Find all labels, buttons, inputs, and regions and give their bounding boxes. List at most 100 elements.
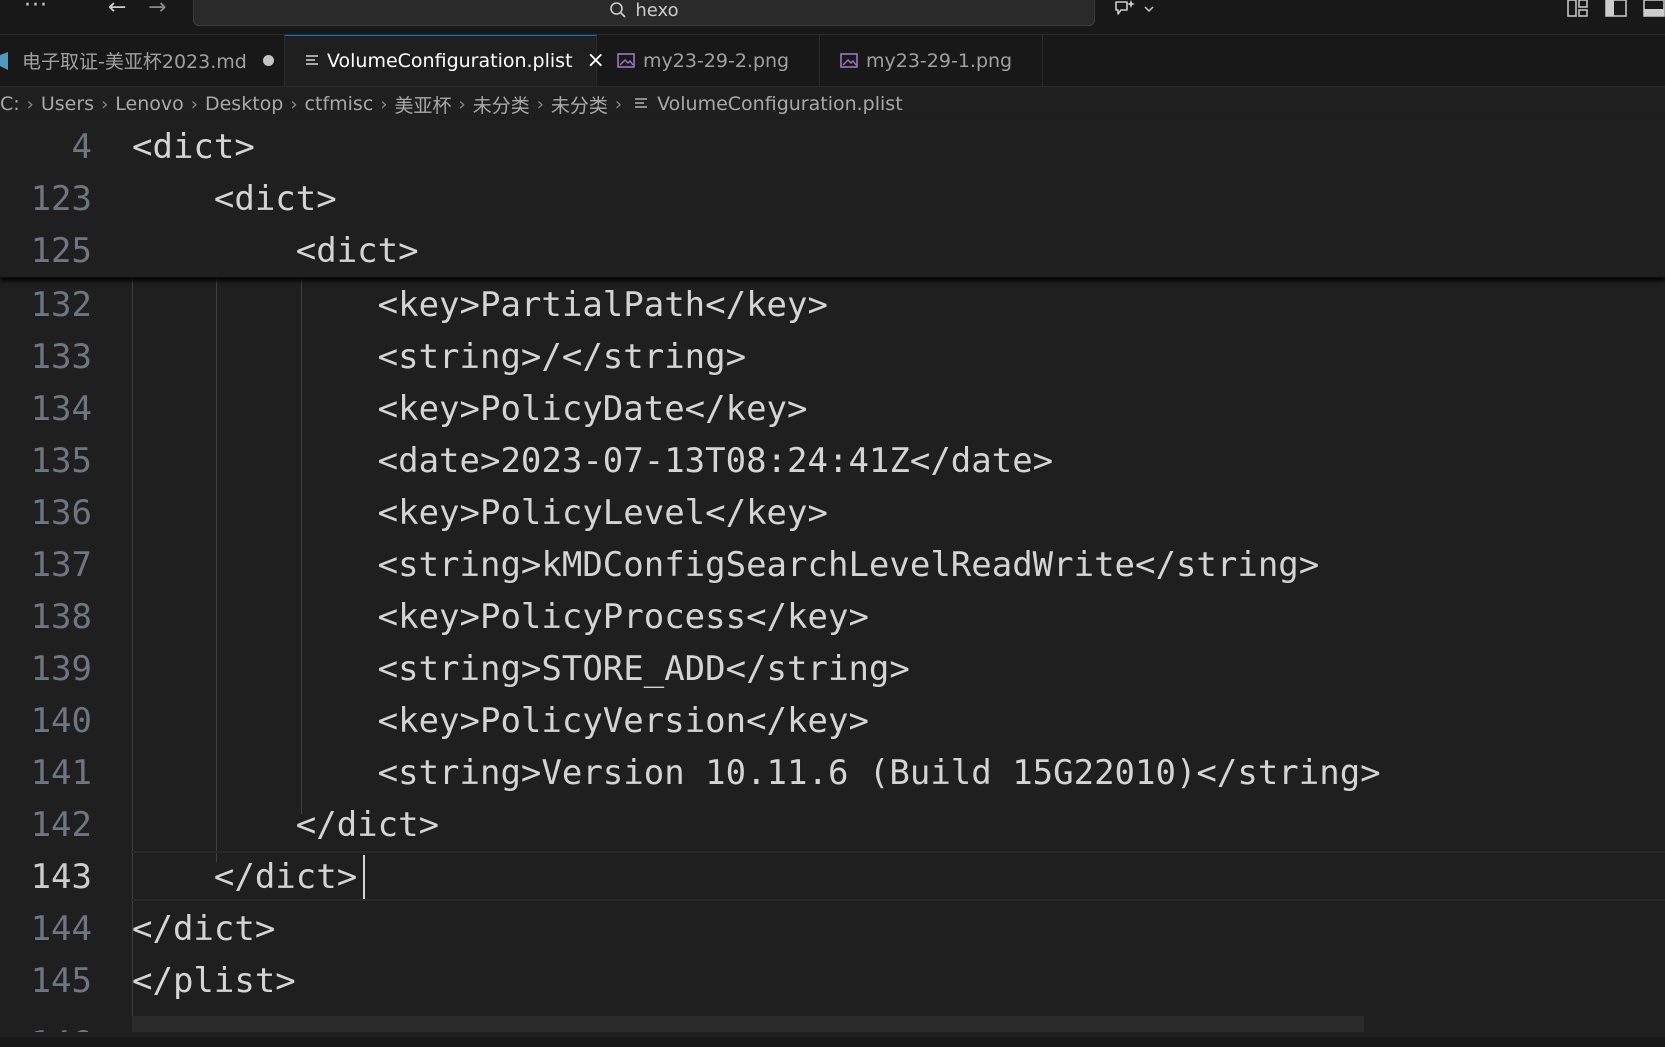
back-arrow-icon[interactable]: ←: [108, 0, 126, 19]
line-number: 4: [71, 127, 92, 167]
code-line[interactable]: 140 <key>PolicyVersion</key>: [0, 695, 1665, 747]
line-number: 144: [30, 909, 92, 949]
chevron-right-icon: ›: [536, 93, 544, 115]
code-text: <string>kMDConfigSearchLevelReadWrite</s…: [132, 545, 1320, 585]
chevron-right-icon: ›: [290, 93, 298, 115]
code-text: </dict>: [132, 909, 276, 949]
code-line[interactable]: 134 <key>PolicyDate</key>: [0, 383, 1665, 435]
sticky-line[interactable]: 123 <dict>: [0, 173, 1665, 225]
command-center-search[interactable]: hexo: [193, 0, 1095, 26]
code-text: <dict>: [132, 179, 337, 219]
line-number-partial: 146: [0, 1018, 92, 1032]
breadcrumb-meiyabei[interactable]: 美亚杯: [391, 91, 454, 118]
image-file-icon: [617, 52, 635, 69]
tab-volumeconfiguration-plist[interactable]: VolumeConfiguration.plist ×: [285, 35, 605, 86]
chevron-right-icon: ›: [380, 93, 388, 115]
code-line[interactable]: 138 <key>PolicyProcess</key>: [0, 591, 1665, 643]
code-text: </plist>: [132, 961, 296, 1001]
sticky-scroll-header[interactable]: 4 <dict> 123 <dict> 125 <dict>: [0, 121, 1665, 278]
copilot-sparkle-icon: [1115, 0, 1135, 15]
code-text: <string>Version 10.11.6 (Build 15G22010)…: [132, 753, 1381, 793]
line-number: 145: [30, 961, 92, 1001]
toggle-panel-icon[interactable]: [1643, 0, 1665, 18]
line-number: 140: [30, 701, 92, 741]
sticky-line[interactable]: 4 <dict>: [0, 121, 1665, 173]
line-number: 134: [30, 389, 92, 429]
chevron-right-icon: ›: [458, 93, 466, 115]
text-file-icon: [634, 97, 648, 111]
line-number: 137: [30, 545, 92, 585]
line-number: 141: [30, 753, 92, 793]
breadcrumb-uncategorized-2[interactable]: 未分类: [548, 91, 611, 118]
tab-my23-29-1-png[interactable]: my23-29-1.png: [820, 35, 1043, 86]
markdown-file-icon: [0, 51, 14, 70]
code-text: </dict>: [132, 805, 440, 845]
chevron-right-icon: ›: [190, 93, 198, 115]
line-number: 135: [30, 441, 92, 481]
breadcrumb-desktop[interactable]: Desktop: [202, 93, 286, 115]
breadcrumb-file[interactable]: VolumeConfiguration.plist: [654, 93, 906, 115]
breadcrumb: C: › Users › Lenovo › Desktop › ctfmisc …: [0, 87, 1665, 121]
customize-layout-icon[interactable]: [1567, 0, 1589, 18]
search-text: hexo: [635, 0, 679, 21]
code-text: <key>PolicyDate</key>: [132, 389, 808, 429]
tab-label: my23-29-2.png: [643, 49, 790, 72]
image-file-icon: [840, 52, 858, 69]
code-text: <date>2023-07-13T08:24:41Z</date>: [132, 441, 1054, 481]
breadcrumb-uncategorized[interactable]: 未分类: [470, 91, 533, 118]
code-text: <dict>: [132, 127, 255, 167]
code-line[interactable]: 135 <date>2023-07-13T08:24:41Z</date>: [0, 435, 1665, 487]
tab-label: VolumeConfiguration.plist: [327, 50, 573, 72]
code-line[interactable]: 137 <string>kMDConfigSearchLevelReadWrit…: [0, 539, 1665, 591]
code-text: <key>PartialPath</key>: [132, 285, 828, 325]
code-line[interactable]: 133 <string>/</string>: [0, 331, 1665, 383]
sticky-line[interactable]: 125 <dict>: [0, 225, 1665, 277]
code-line-current[interactable]: 143 </dict>: [0, 851, 1665, 903]
code-line[interactable]: 132 <key>PartialPath</key>: [0, 279, 1665, 331]
title-bar: ··· ← → hexo: [0, 0, 1665, 35]
code-line[interactable]: 141 <string>Version 10.11.6 (Build 15G22…: [0, 747, 1665, 799]
line-number: 132: [30, 285, 92, 325]
code-line[interactable]: 136 <key>PolicyLevel</key>: [0, 487, 1665, 539]
code-text: </dict>: [132, 857, 358, 897]
line-number: 139: [30, 649, 92, 689]
tab-my23-29-2-png[interactable]: my23-29-2.png: [597, 35, 820, 86]
code-text: <key>PolicyProcess</key>: [132, 597, 869, 637]
copilot-menu[interactable]: [1113, 0, 1155, 20]
tab-markdown-file[interactable]: 电子取证-美亚杯2023.md: [0, 35, 285, 86]
code-line[interactable]: 139 <string>STORE_ADD</string>: [0, 643, 1665, 695]
code-editor[interactable]: 4 <dict> 123 <dict> 125 <dict> 132 <key>…: [0, 121, 1665, 1037]
unsaved-dot-icon[interactable]: [262, 55, 274, 66]
more-icon[interactable]: ···: [24, 0, 48, 17]
toggle-sidebar-icon[interactable]: [1605, 0, 1627, 18]
breadcrumb-ctfmisc[interactable]: ctfmisc: [302, 93, 377, 115]
code-text: <dict>: [132, 231, 419, 271]
tab-label: 电子取证-美亚杯2023.md: [22, 51, 247, 73]
breadcrumb-drive[interactable]: C:: [0, 93, 23, 115]
layout-controls: [1567, 0, 1665, 18]
line-number: 136: [30, 493, 92, 533]
search-icon: [610, 2, 626, 18]
code-text: <string>/</string>: [132, 337, 747, 377]
editor-tab-bar: 电子取证-美亚杯2023.md VolumeConfiguration.plis…: [0, 35, 1665, 87]
line-number: 133: [30, 337, 92, 377]
line-number: 123: [30, 179, 92, 219]
horizontal-scrollbar[interactable]: [132, 1016, 1364, 1032]
breadcrumb-lenovo[interactable]: Lenovo: [112, 93, 186, 115]
line-number: 142: [30, 805, 92, 845]
line-number: 138: [30, 597, 92, 637]
code-line[interactable]: 142 </dict>: [0, 799, 1665, 851]
code-text: <key>PolicyLevel</key>: [132, 493, 828, 533]
text-file-icon: [305, 54, 319, 68]
code-line[interactable]: 144 </dict>: [0, 903, 1665, 955]
chevron-right-icon: ›: [101, 93, 109, 115]
forward-arrow-icon[interactable]: →: [148, 0, 166, 19]
breadcrumb-users[interactable]: Users: [38, 93, 97, 115]
status-bar-edge: [0, 1037, 1665, 1047]
chevron-right-icon: ›: [26, 93, 34, 115]
code-line[interactable]: 145 </plist>: [0, 955, 1665, 1007]
code-text: <key>PolicyVersion</key>: [132, 701, 869, 741]
line-number: 125: [30, 231, 92, 271]
chevron-right-icon: ›: [614, 93, 623, 115]
code-text: <string>STORE_ADD</string>: [132, 649, 910, 689]
